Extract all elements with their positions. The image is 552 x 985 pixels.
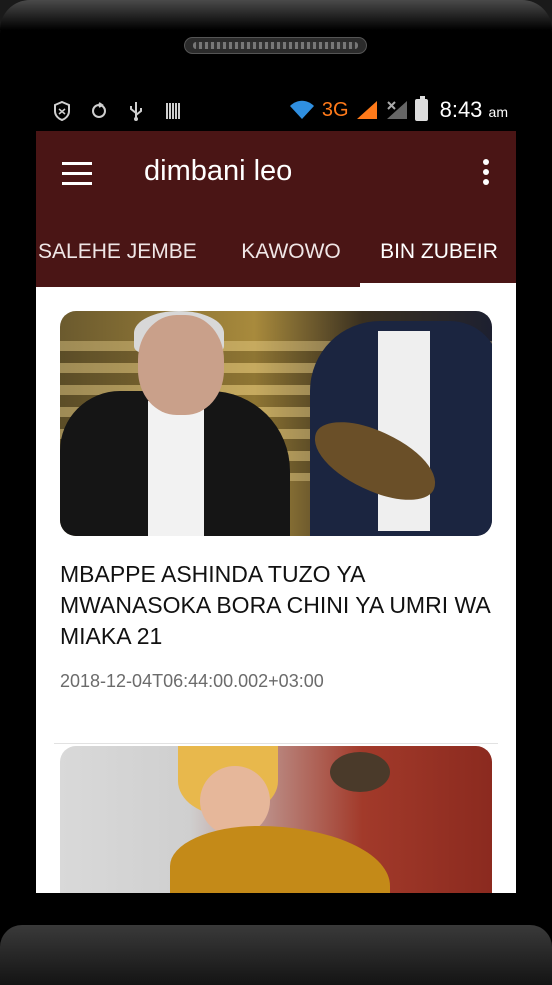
tab-bin-zubeir[interactable]: BIN ZUBEIR	[360, 231, 516, 287]
trophy-ball	[330, 752, 390, 792]
phone-frame: 3G 8:43 am dimbani leo SALEHE JEMBE KAWO…	[0, 0, 552, 985]
status-clock: 8:43 am	[440, 97, 508, 123]
divider	[54, 743, 498, 744]
sync-icon	[89, 101, 109, 121]
signal-icon	[355, 99, 379, 121]
hamburger-menu-icon[interactable]	[62, 159, 94, 189]
dress	[170, 826, 390, 893]
usb-icon	[126, 101, 146, 121]
speaker-grill	[193, 42, 358, 49]
shirt-right	[378, 331, 430, 531]
article-thumbnail[interactable]	[60, 311, 492, 536]
clock-ampm: am	[488, 104, 508, 120]
wifi-icon	[288, 99, 316, 121]
tab-salehe-jembe[interactable]: SALEHE JEMBE	[38, 231, 222, 287]
phone-chin	[0, 925, 552, 985]
signal-icon	[385, 99, 409, 121]
article-thumbnail[interactable]	[60, 746, 492, 893]
article-date: 2018-12-04T06:44:00.002+03:00	[60, 671, 324, 691]
barcode-icon	[163, 101, 183, 121]
app-bar: dimbani leo SALEHE JEMBE KAWOWO BIN ZUBE…	[36, 131, 516, 287]
tab-bar: SALEHE JEMBE KAWOWO BIN ZUBEIR	[36, 231, 516, 287]
head-left	[138, 315, 224, 415]
phone-bezel-top	[0, 0, 552, 30]
tab-kawowo[interactable]: KAWOWO	[222, 231, 360, 287]
battery-charging-icon	[414, 96, 428, 121]
earpiece-speaker	[184, 37, 367, 54]
shirt-left	[148, 401, 204, 536]
shield-icon	[52, 100, 72, 122]
network-type: 3G	[321, 98, 349, 121]
article-title[interactable]: MBAPPE ASHINDA TUZO YA MWANASOKA BORA CH…	[60, 559, 500, 652]
status-bar: 3G 8:43 am	[36, 93, 516, 131]
article-list: MBAPPE ASHINDA TUZO YA MWANASOKA BORA CH…	[36, 287, 516, 893]
more-vert-icon[interactable]	[482, 159, 490, 189]
clock-time: 8:43	[439, 97, 483, 122]
app-title: dimbani leo	[144, 155, 293, 187]
status-system: 3G 8:43 am	[288, 96, 508, 123]
status-notifications	[52, 100, 183, 122]
